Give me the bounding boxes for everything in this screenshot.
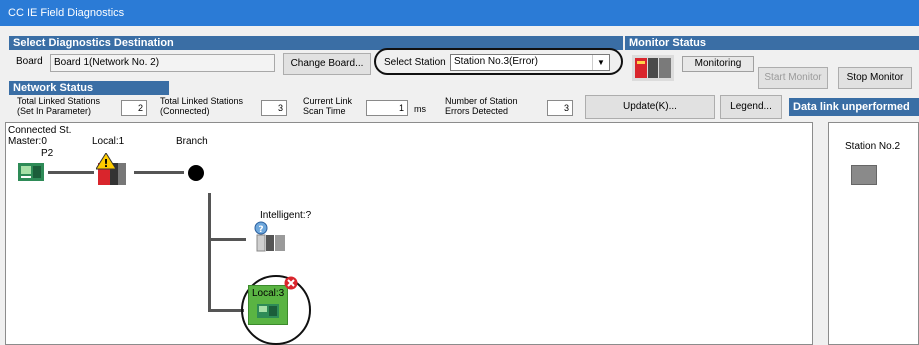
link-line (48, 171, 94, 174)
intelligent-station-icon[interactable]: ? (251, 221, 289, 253)
local3-station-icon[interactable]: Local:3 (248, 285, 288, 325)
link-line (134, 171, 184, 174)
p2-label: P2 (41, 148, 54, 159)
station2-label: Station No.2 (845, 141, 901, 152)
window-title: CC IE Field Diagnostics (0, 0, 919, 26)
branch-line (208, 238, 246, 241)
branch-node[interactable] (188, 165, 204, 181)
update-button[interactable]: Update(K)... (585, 95, 715, 119)
local1-label: Local:1 (92, 136, 125, 147)
scan-time-unit: ms (414, 104, 426, 114)
data-link-unperformed-header: Data link unperformed (789, 98, 919, 116)
total-linked-conn-label: Total Linked Stations (Connected) (160, 96, 244, 116)
monitor-header: Monitor Status (625, 36, 919, 50)
select-station-value: Station No.3(Error) (454, 56, 538, 67)
connected-station-label: Connected St. (8, 125, 72, 136)
board-label: Board (16, 56, 43, 67)
branch-line (208, 309, 244, 312)
local1-station-icon[interactable]: ! (95, 152, 128, 187)
monitoring-status-text: Monitoring (682, 56, 754, 72)
scan-time-value: 1 (366, 100, 408, 116)
board-field: Board 1(Network No. 2) (50, 54, 275, 72)
change-board-button[interactable]: Change Board... (283, 53, 371, 75)
unperformed-stations-panel: Station No.2 (828, 122, 919, 345)
station-errors-value: 3 (547, 100, 573, 116)
monitoring-status-icon (632, 55, 674, 81)
start-monitor-button[interactable]: Start Monitor (758, 67, 828, 89)
intelligent-label: Intelligent:? (260, 210, 312, 221)
total-linked-set-value: 2 (121, 100, 147, 116)
select-station-dropdown[interactable]: Station No.3(Error) ▼ (450, 54, 610, 71)
master-station-icon[interactable] (18, 161, 44, 183)
chevron-down-icon[interactable]: ▼ (592, 55, 609, 70)
master-label: Master:0 (8, 136, 47, 147)
select-station-label: Select Station (384, 57, 446, 68)
error-icon (284, 276, 298, 290)
network-diagram: Connected St. Master:0 P2 Local:1 Branch… (5, 122, 813, 345)
stop-monitor-button[interactable]: Stop Monitor (838, 67, 912, 89)
branch-label: Branch (176, 136, 208, 147)
svg-text:!: ! (103, 157, 108, 170)
station-errors-label: Number of Station Errors Detected (445, 96, 518, 116)
scan-time-label: Current Link Scan Time (303, 96, 353, 116)
legend-button[interactable]: Legend... (720, 95, 782, 119)
station2-icon[interactable] (851, 165, 877, 185)
network-status-header: Network Status (9, 81, 169, 95)
branch-line (208, 193, 211, 311)
svg-text:?: ? (258, 225, 263, 235)
total-linked-set-label: Total Linked Stations (Set In Parameter) (17, 96, 101, 116)
total-linked-conn-value: 3 (261, 100, 287, 116)
